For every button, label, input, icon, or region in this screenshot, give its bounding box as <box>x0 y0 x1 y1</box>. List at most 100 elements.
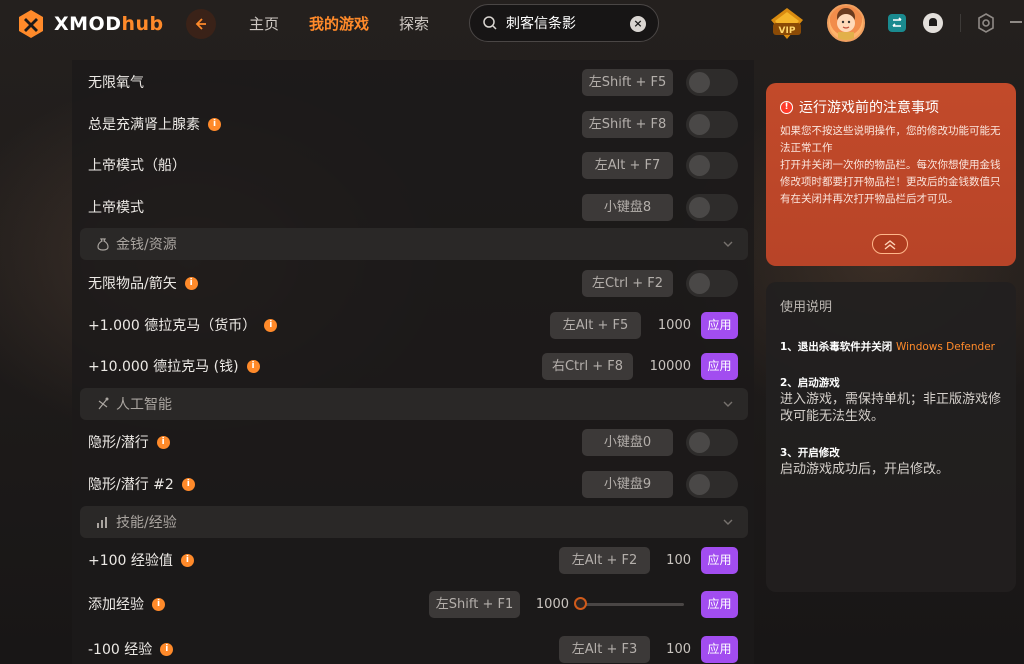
nav-my-games[interactable]: 我的游戏 <box>309 13 369 34</box>
toggle-knob <box>689 473 710 495</box>
section-money[interactable]: 金钱/资源 <box>80 228 748 260</box>
notice-title-text: 运行游戏前的注意事项 <box>799 100 939 116</box>
apply-button[interactable]: 应用 <box>701 590 738 618</box>
collapse-button[interactable] <box>872 234 908 254</box>
amount-value[interactable]: 10000 <box>641 359 691 374</box>
cheat-row: +10.000 德拉克马 (钱) i 右Ctrl + F8 10000 应用 <box>88 351 738 381</box>
section-ai[interactable]: 人工智能 <box>80 388 748 420</box>
main-nav: 主页 我的游戏 探索 <box>249 13 459 34</box>
amount-value[interactable]: 100 <box>641 553 691 568</box>
info-icon[interactable]: i <box>264 318 278 332</box>
slider-handle[interactable] <box>574 597 587 610</box>
toggle-switch[interactable] <box>686 269 738 297</box>
toggle-switch[interactable] <box>686 193 738 221</box>
section-label: 金钱/资源 <box>116 237 177 253</box>
app-logo[interactable]: XMODhub <box>16 9 164 39</box>
hotkey-badge[interactable]: 左Alt + F7 <box>582 151 673 179</box>
hotkey-badge[interactable]: 左Alt + F2 <box>559 546 650 574</box>
clear-search-icon[interactable]: × <box>630 16 646 32</box>
toggle-knob <box>689 154 710 176</box>
info-icon[interactable]: i <box>160 642 174 656</box>
step-body: 进入游戏，需保持单机；非正版游戏修改可能无法生效。 <box>780 392 1002 424</box>
toggle-switch[interactable] <box>686 470 738 498</box>
cheat-label: 隐形/潜行 #2 <box>88 477 174 493</box>
step-heading: 3、开启修改 <box>780 447 840 459</box>
search-input[interactable] <box>506 15 624 31</box>
hotkey-badge[interactable]: 小键盘8 <box>582 193 673 221</box>
toggle-knob <box>689 113 710 135</box>
hotkey-badge[interactable]: 左Shift + F1 <box>429 590 520 618</box>
step-highlight: Windows Defender <box>895 341 995 353</box>
cheat-label: 添加经验 <box>88 597 144 613</box>
nav-home[interactable]: 主页 <box>249 13 279 34</box>
toggle-switch[interactable] <box>686 110 738 138</box>
step-body: 启动游戏成功后，开启修改。 <box>780 462 950 477</box>
hotkey-badge[interactable]: 小键盘9 <box>582 470 673 498</box>
apply-button[interactable]: 应用 <box>701 311 738 339</box>
hotkey-badge[interactable]: 左Shift + F8 <box>582 110 673 138</box>
divider <box>960 14 961 32</box>
avatar-face-icon <box>837 8 855 40</box>
cheat-label: +1.000 德拉克马（货币） <box>88 318 257 334</box>
arrow-left-icon <box>195 18 206 30</box>
instruction-step: 2、启动游戏 进入游戏，需保持单机；非正版游戏修改可能无法生效。 <box>780 375 1002 425</box>
notice-title: ! 运行游戏前的注意事项 <box>780 97 1002 117</box>
toggle-knob <box>689 431 710 453</box>
info-icon[interactable]: i <box>152 597 165 611</box>
nav-explore[interactable]: 探索 <box>399 13 429 34</box>
section-skills[interactable]: 技能/经验 <box>80 506 748 538</box>
apply-button[interactable]: 应用 <box>701 352 738 380</box>
cheat-label: 总是充满肾上腺素 <box>88 117 200 133</box>
hotkey-badge[interactable]: 左Alt + F5 <box>550 311 641 339</box>
amount-value[interactable]: 1000 <box>641 318 691 333</box>
notice-body-line: 打开并关闭一次你的物品栏。每次你想使用金钱修改项时都要打开物品栏！更改后的金钱数… <box>780 159 1001 205</box>
cheat-row: 总是充满肾上腺素 i 左Shift + F8 <box>88 109 738 139</box>
hotkey-badge[interactable]: 左Alt + F3 <box>559 635 650 663</box>
search-box: × <box>469 4 659 42</box>
cheat-row: 上帝模式 小键盘8 <box>88 192 738 222</box>
notification-icon[interactable] <box>922 12 944 34</box>
step-heading: 2、启动游戏 <box>780 377 840 389</box>
info-icon[interactable]: i <box>208 117 221 131</box>
chevron-down-icon <box>723 241 733 247</box>
cheat-row: 无限物品/箭矢 i 左Ctrl + F2 <box>88 268 738 298</box>
section-label: 人工智能 <box>116 397 172 413</box>
cheat-label: +10.000 德拉克马 (钱) <box>88 359 239 375</box>
hotkey-badge[interactable]: 右Ctrl + F8 <box>542 352 633 380</box>
amount-value[interactable]: 1000 <box>519 597 569 612</box>
hotkey-badge[interactable]: 左Ctrl + F2 <box>582 269 673 297</box>
cheat-label: 隐形/潜行 <box>88 435 149 451</box>
warning-icon: ! <box>780 100 793 114</box>
apply-button[interactable]: 应用 <box>701 635 738 663</box>
logo-text: XMODhub <box>54 13 164 35</box>
amount-value[interactable]: 100 <box>641 642 691 657</box>
toggle-switch[interactable] <box>686 68 738 96</box>
back-button[interactable] <box>186 9 216 39</box>
toggle-switch[interactable] <box>686 151 738 179</box>
toggle-switch[interactable] <box>686 428 738 456</box>
settings-icon[interactable] <box>975 12 997 34</box>
instruction-step: 1、退出杀毒软件并关闭 Windows Defender <box>780 339 1002 355</box>
trainer-panel: 无限氧气 左Shift + F5 总是充满肾上腺素 i 左Shift + F8 … <box>72 60 754 664</box>
user-avatar[interactable] <box>827 4 865 42</box>
cheat-row: 隐形/潜行 i 小键盘0 <box>88 427 738 457</box>
info-icon[interactable]: i <box>184 276 198 290</box>
vip-badge-icon[interactable]: VIP <box>768 6 806 42</box>
ai-icon <box>98 397 109 410</box>
slider-track[interactable] <box>583 603 684 606</box>
info-icon[interactable]: i <box>156 435 170 449</box>
cheat-row: +1.000 德拉克马（货币） i 左Alt + F5 1000 应用 <box>88 310 738 340</box>
toggle-knob <box>689 196 710 218</box>
transfer-icon[interactable] <box>886 12 908 34</box>
hotkey-badge[interactable]: 小键盘0 <box>582 428 673 456</box>
hotkey-badge[interactable]: 左Shift + F5 <box>582 68 673 96</box>
minimize-icon[interactable] <box>1010 21 1022 23</box>
apply-button[interactable]: 应用 <box>701 546 738 574</box>
info-icon[interactable]: i <box>246 359 260 373</box>
top-bar: XMODhub 主页 我的游戏 探索 × VIP <box>0 0 1024 46</box>
info-icon[interactable]: i <box>180 553 194 567</box>
step-heading: 1、退出杀毒软件并关闭 Windows Defender <box>780 341 995 353</box>
info-icon[interactable]: i <box>181 477 195 491</box>
toggle-knob <box>689 272 710 294</box>
chevron-down-icon <box>723 401 733 407</box>
